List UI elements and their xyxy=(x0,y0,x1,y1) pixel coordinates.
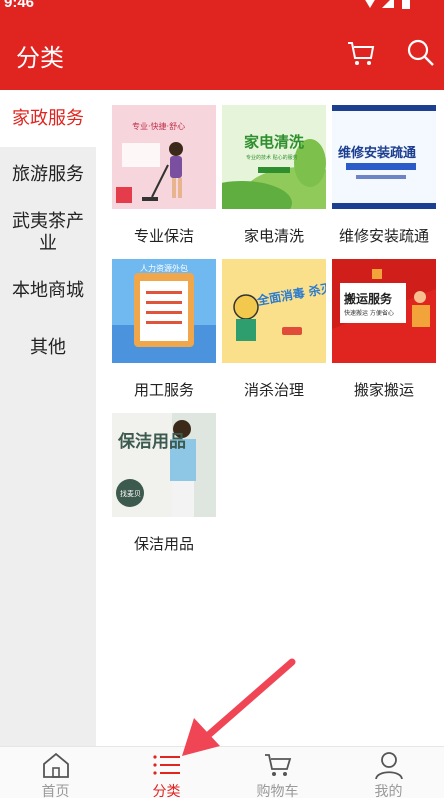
search-button[interactable] xyxy=(406,38,436,68)
svg-text:找麦贝: 找麦贝 xyxy=(120,489,141,498)
category-label: 消杀治理 xyxy=(243,381,304,399)
category-card-moving[interactable]: 搬运服务 快速搬运 方便省心 搬家搬运 xyxy=(332,259,436,400)
sidebar-item-travel[interactable]: 旅游服务 xyxy=(0,147,96,203)
cart-button[interactable] xyxy=(346,38,376,68)
svg-text:专业的技术 贴心的服务: 专业的技术 贴心的服务 xyxy=(246,154,298,161)
sidebar-item-label: 本地商城 xyxy=(12,280,84,301)
category-sidebar: 家政服务 旅游服务 武夷茶产业 本地商城 其他 xyxy=(0,90,96,746)
category-card-pest-control[interactable]: 全面消毒 杀灭病菌 消杀治理 xyxy=(222,259,326,400)
tab-category[interactable]: 分类 xyxy=(111,747,222,800)
tab-home[interactable]: 首页 xyxy=(0,747,111,800)
app-header: 分类 xyxy=(0,14,444,90)
sidebar-item-label: 家政服务 xyxy=(12,107,84,129)
cart-icon xyxy=(348,42,375,65)
category-thumbnail: 搬运服务 快速搬运 方便省心 xyxy=(332,259,436,363)
tab-label: 我的 xyxy=(374,784,403,800)
sidebar-item-housekeeping[interactable]: 家政服务 xyxy=(0,90,96,147)
cart-icon xyxy=(264,754,291,776)
wifi-icon xyxy=(365,0,375,8)
sidebar-item-label: 旅游服务 xyxy=(12,164,84,185)
sidebar-item-other[interactable]: 其他 xyxy=(0,319,96,377)
sidebar-item-tea[interactable]: 武夷茶产业 xyxy=(0,203,96,263)
user-icon xyxy=(374,752,403,779)
status-bar: 9:46 xyxy=(0,0,444,14)
signal-icon xyxy=(382,0,394,8)
category-label: 家电清洗 xyxy=(243,227,304,245)
category-thumbnail: 维修安装疏通 xyxy=(332,105,436,209)
category-thumbnail: 人力资源外包 xyxy=(112,259,216,363)
sidebar-item-label: 武夷茶产业 xyxy=(12,211,84,254)
category-grid: 专业·快捷·舒心 专业保洁 家电清洗 专业的技术 贴心的服务 家电清洗 维修安装… xyxy=(96,90,444,746)
home-icon xyxy=(42,752,69,778)
svg-text:人力资源外包: 人力资源外包 xyxy=(140,263,188,273)
sidebar-item-local-mall[interactable]: 本地商城 xyxy=(0,263,96,319)
category-label: 用工服务 xyxy=(133,381,194,399)
bottom-tab-bar: 首页 分类 购物车 我的 xyxy=(0,746,444,800)
category-label: 搬家搬运 xyxy=(353,381,414,399)
list-icon xyxy=(152,755,180,775)
svg-text:专业·快捷·舒心: 专业·快捷·舒心 xyxy=(132,121,185,131)
svg-text:保洁用品: 保洁用品 xyxy=(117,431,186,452)
category-label: 保洁用品 xyxy=(133,535,194,553)
category-card-labor[interactable]: 人力资源外包 用工服务 xyxy=(112,259,216,400)
category-card-appliance-cleaning[interactable]: 家电清洗 专业的技术 贴心的服务 家电清洗 xyxy=(222,105,326,246)
category-thumbnail: 专业·快捷·舒心 xyxy=(112,105,216,209)
tab-label: 分类 xyxy=(152,784,181,800)
svg-text:快速搬运 方便省心: 快速搬运 方便省心 xyxy=(344,309,394,317)
category-card-cleaning-supplies[interactable]: 保洁用品 找麦贝 保洁用品 xyxy=(112,413,216,554)
category-thumbnail: 全面消毒 杀灭病菌 xyxy=(222,259,326,363)
category-card-cleaning[interactable]: 专业·快捷·舒心 专业保洁 xyxy=(112,105,216,246)
category-thumbnail: 保洁用品 找麦贝 xyxy=(112,413,216,517)
category-thumbnail: 家电清洗 专业的技术 贴心的服务 xyxy=(222,105,326,209)
battery-icon xyxy=(402,0,410,9)
tab-cart[interactable]: 购物车 xyxy=(222,747,333,800)
tab-label: 首页 xyxy=(41,784,70,800)
status-time: 9:46 xyxy=(4,0,35,11)
tab-profile[interactable]: 我的 xyxy=(333,747,444,800)
page-title: 分类 xyxy=(16,44,64,72)
svg-text:家电清洗: 家电清洗 xyxy=(244,133,304,151)
svg-text:维修安装疏通: 维修安装疏通 xyxy=(338,145,416,161)
sidebar-item-label: 其他 xyxy=(30,337,66,358)
svg-text:搬运服务: 搬运服务 xyxy=(344,291,393,306)
search-icon xyxy=(407,39,434,66)
category-label: 维修安装疏通 xyxy=(338,227,429,245)
tab-label: 购物车 xyxy=(256,784,299,800)
category-card-repair-install[interactable]: 维修安装疏通 维修安装疏通 xyxy=(332,105,436,246)
category-label: 专业保洁 xyxy=(133,227,194,245)
